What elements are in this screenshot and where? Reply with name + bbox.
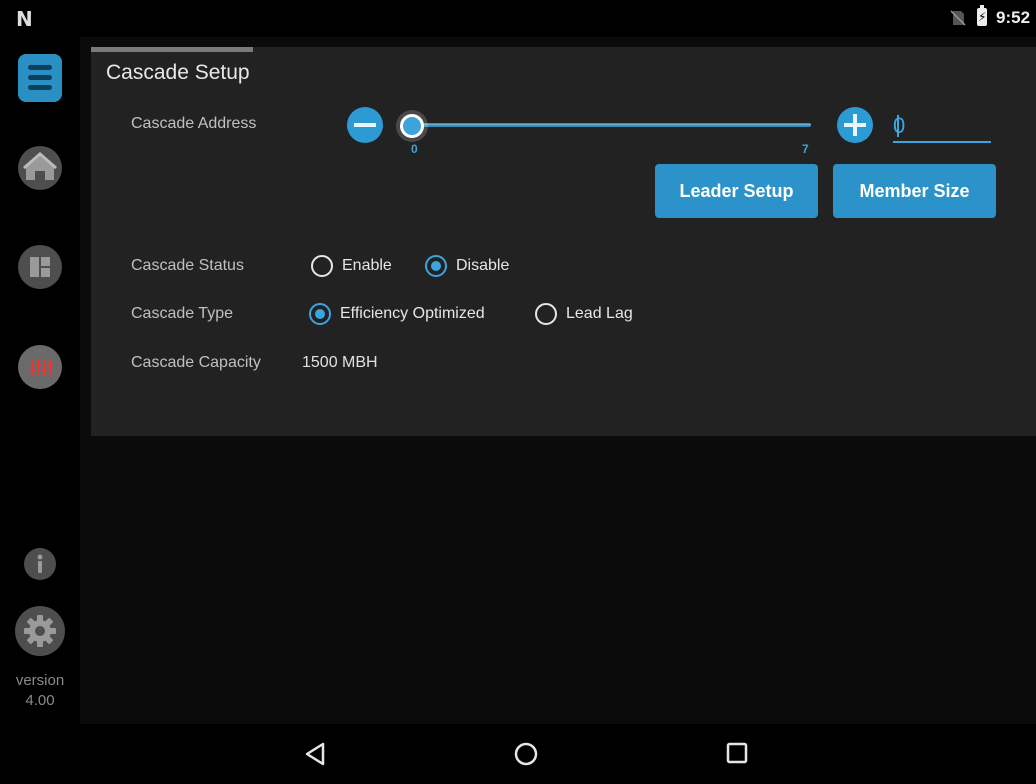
cascade-address-label: Cascade Address — [131, 115, 257, 132]
status-disable-radio[interactable]: Disable — [425, 255, 509, 277]
home-button[interactable] — [18, 146, 62, 190]
type-lead-lag-radio[interactable]: Lead Lag — [535, 303, 633, 325]
slider-min-label: 0 — [411, 142, 418, 156]
settings-button[interactable] — [15, 606, 65, 656]
controls-button[interactable] — [18, 345, 62, 389]
no-sim-icon — [950, 10, 966, 26]
menu-icon — [28, 65, 52, 70]
radio-unchecked-icon — [311, 255, 333, 277]
address-slider-thumb[interactable] — [400, 114, 424, 138]
cascade-setup-panel: Cascade Setup Cascade Address 0 7 Leader… — [91, 47, 1036, 436]
home-icon — [23, 152, 57, 180]
radio-checked-icon — [309, 303, 331, 325]
back-icon[interactable] — [304, 742, 326, 766]
text-caret — [897, 115, 899, 137]
minus-icon — [354, 123, 376, 127]
radio-unchecked-icon — [535, 303, 557, 325]
member-size-button[interactable]: Member Size — [833, 164, 996, 218]
clock: 9:52 — [996, 8, 1031, 27]
cascade-address-input[interactable] — [893, 111, 991, 143]
notification-logo: N — [16, 7, 33, 31]
gear-icon — [24, 615, 56, 647]
dashboard-button[interactable] — [18, 245, 62, 289]
battery-icon: ⚡ — [977, 5, 987, 26]
info-icon — [37, 554, 43, 573]
side-rail: version 4.00 — [0, 37, 80, 724]
status-bar: N ⚡ 9:52 — [0, 0, 1036, 37]
recents-icon[interactable] — [726, 742, 748, 764]
leader-setup-button[interactable]: Leader Setup — [655, 164, 818, 218]
decrement-button[interactable] — [347, 107, 383, 143]
cascade-type-label: Cascade Type — [131, 305, 233, 322]
type-efficiency-optimized-radio[interactable]: Efficiency Optimized — [309, 303, 485, 325]
page-title: Cascade Setup — [106, 61, 250, 84]
cascade-capacity-label: Cascade Capacity — [131, 354, 261, 371]
status-enable-radio[interactable]: Enable — [311, 255, 392, 277]
slider-max-label: 7 — [802, 142, 809, 156]
plus-icon — [853, 114, 857, 136]
cascade-status-label: Cascade Status — [131, 257, 244, 274]
info-button[interactable] — [24, 548, 56, 580]
version-number: 4.00 — [25, 692, 55, 709]
navigation-bar — [0, 724, 1036, 784]
cascade-capacity-value: 1500 MBH — [302, 354, 378, 371]
increment-button[interactable] — [837, 107, 873, 143]
radio-checked-icon — [425, 255, 447, 277]
menu-button[interactable] — [18, 54, 62, 102]
home-circle-icon[interactable] — [514, 742, 538, 766]
dashboard-icon — [30, 257, 50, 277]
panel-accent-bar — [91, 47, 253, 52]
address-slider-track[interactable] — [409, 123, 811, 127]
version-label: version — [15, 672, 65, 689]
sliders-icon — [29, 359, 53, 375]
